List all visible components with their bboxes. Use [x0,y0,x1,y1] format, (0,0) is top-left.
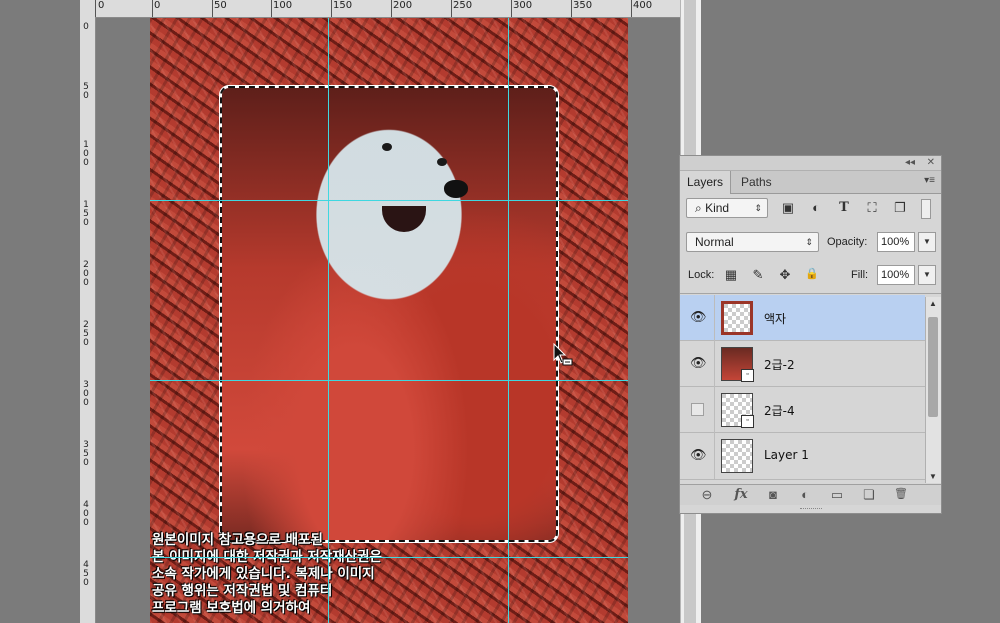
ruler-label: 4 5 0 [83,560,89,588]
lock-image-pixels-icon[interactable]: ✎ [750,267,766,283]
vertical-ruler: 0 5 0 1 0 0 1 5 0 2 0 0 2 5 0 3 0 0 3 5 … [80,17,96,623]
adjustment-filter-icon[interactable]: ◐ [808,200,824,215]
guide-line[interactable] [150,200,628,201]
tab-layers[interactable]: Layers [680,171,732,194]
ruler-label: 1 0 0 [83,140,89,168]
collapse-icon[interactable]: ◂◂ [905,157,915,168]
smart-object-icon: ▫ [741,415,754,428]
fill-label: Fill: [851,269,869,281]
panel-resize-grip[interactable] [800,508,822,512]
eye-icon[interactable]: 👁 [690,356,707,369]
ruler-label: 2 0 0 [83,260,89,288]
type-filter-icon[interactable]: T [836,200,852,215]
fill-dropdown-button[interactable]: ▼ [918,265,936,285]
adjustment-layer-icon[interactable]: ◐ [796,487,814,502]
ruler-label: 300 [513,0,533,11]
lock-all-icon[interactable]: 🔒 [804,267,820,280]
trash-icon[interactable]: 🗑 [892,487,910,500]
ruler-label: 250 [453,0,473,11]
lock-position-icon[interactable]: ✥ [777,267,793,283]
ruler-label: 50 [214,0,227,11]
copyright-caption: 원본이미지 참고용으로 배포된 본 이미지에 대한 저작권과 저작재산권은 소속… [150,532,628,617]
guide-line[interactable] [508,18,509,623]
layer-row[interactable]: 👁 액자 [680,295,925,341]
tab-paths[interactable]: Paths [734,171,779,193]
ruler-label: 1 5 0 [83,200,89,228]
caption-line: 원본이미지 참고용으로 배포된 [152,532,323,548]
ruler-label: 2 5 0 [83,320,89,348]
lock-label: Lock: [688,269,715,281]
scroll-up-icon[interactable]: ▲ [929,299,937,308]
ruler-label: 0 [98,0,105,11]
eye-icon[interactable]: 👁 [690,448,707,461]
ruler-label: 3 5 0 [83,440,89,468]
layer-row[interactable]: ▫ 2급-4 [680,387,925,433]
panel-menu-icon[interactable]: ▾≡ [924,175,935,186]
smart-object-filter-icon[interactable]: ❐ [892,200,908,216]
layer-thumbnail: ▫ [721,393,754,428]
layer-thumbnail [721,301,753,335]
layer-row[interactable]: 👁 Layer 1 [680,433,925,480]
layer-row[interactable]: 👁 ▫ 2급-2 [680,341,925,387]
layer-thumbnail [721,439,753,473]
layer-style-icon[interactable]: fx [732,487,750,502]
caption-line: 공유 행위는 저작권법 및 컴퓨터 [152,583,333,599]
link-layers-icon[interactable]: ⊖ [698,487,716,503]
layers-scrollbar[interactable]: ▲ ▼ [925,297,941,483]
blend-mode-select[interactable]: Normal ⇕ [686,232,819,252]
ruler-label: 200 [393,0,413,11]
layer-name: 2급-4 [764,404,795,418]
image-filter-icon[interactable]: ▣ [780,200,796,216]
ruler-label: 3 0 0 [83,380,89,408]
eye-icon[interactable]: 👁 [690,310,707,323]
layers-panel: ◂◂ ✕ Layers Paths ▾≡ ⌕ Kind ⇕ ▣ ◐ T ⛶ ❐ … [679,155,942,514]
lock-transparent-pixels-icon[interactable]: ▦ [723,267,739,283]
filter-kind-label: Kind [705,201,730,215]
smart-object-icon: ▫ [741,369,754,382]
new-group-icon[interactable]: ▭ [828,487,846,503]
new-layer-icon[interactable]: ❏ [860,487,878,503]
search-icon: ⌕ [695,201,702,215]
document-canvas[interactable]: 원본이미지 참고용으로 배포된 본 이미지에 대한 저작권과 저작재산권은 소속… [150,18,628,623]
scrollbar-thumb[interactable] [928,317,938,417]
layer-thumbnail: ▫ [721,347,754,382]
opacity-label: Opacity: [827,236,868,248]
ruler-label: 400 [633,0,653,11]
ruler-label: 100 [273,0,293,11]
layer-name: 2급-2 [764,358,795,372]
guide-line[interactable] [150,380,628,381]
ruler-label: 4 0 0 [83,500,89,528]
panel-tabs: Layers Paths ▾≡ [680,171,941,194]
caption-line: 프로그램 보호법에 의거하여 [152,600,311,616]
ruler-label: 0 [154,0,161,11]
filter-toggle[interactable] [921,199,931,219]
fill-input[interactable]: 100% [877,265,915,285]
ruler-label: 150 [333,0,353,11]
shape-filter-icon[interactable]: ⛶ [864,200,880,216]
ruler-label: 350 [573,0,593,11]
guide-line[interactable] [150,557,628,558]
layers-bottom-toolbar: ⊖ fx ◙ ◐ ▭ ❏ 🗑 [680,484,941,505]
opacity-input[interactable]: 100% [877,232,915,252]
layer-name: 액자 [764,312,787,326]
caption-line: 소속 작가에게 있습니다. 복제나 이미지 [152,566,375,582]
layer-filter-select[interactable]: ⌕ Kind ⇕ [686,198,768,218]
add-mask-icon[interactable]: ◙ [764,487,782,502]
panel-titlebar[interactable]: ◂◂ ✕ [680,156,941,171]
opacity-dropdown-button[interactable]: ▼ [918,232,936,252]
visibility-toggle-off[interactable] [691,403,704,416]
blend-mode-value: Normal [695,235,734,249]
chevron-updown-icon: ⇕ [754,203,762,213]
close-icon[interactable]: ✕ [927,157,935,168]
ruler-label: 5 0 [83,82,89,101]
ruler-label: 0 [83,22,89,32]
horizontal-ruler: 0 0 50 100 150 200 250 300 350 400 [80,0,680,18]
move-cursor-icon [553,343,573,366]
layer-name: Layer 1 [764,448,809,462]
scroll-down-icon[interactable]: ▼ [929,472,937,481]
chevron-updown-icon: ⇕ [805,237,813,247]
guide-line[interactable] [328,18,329,623]
